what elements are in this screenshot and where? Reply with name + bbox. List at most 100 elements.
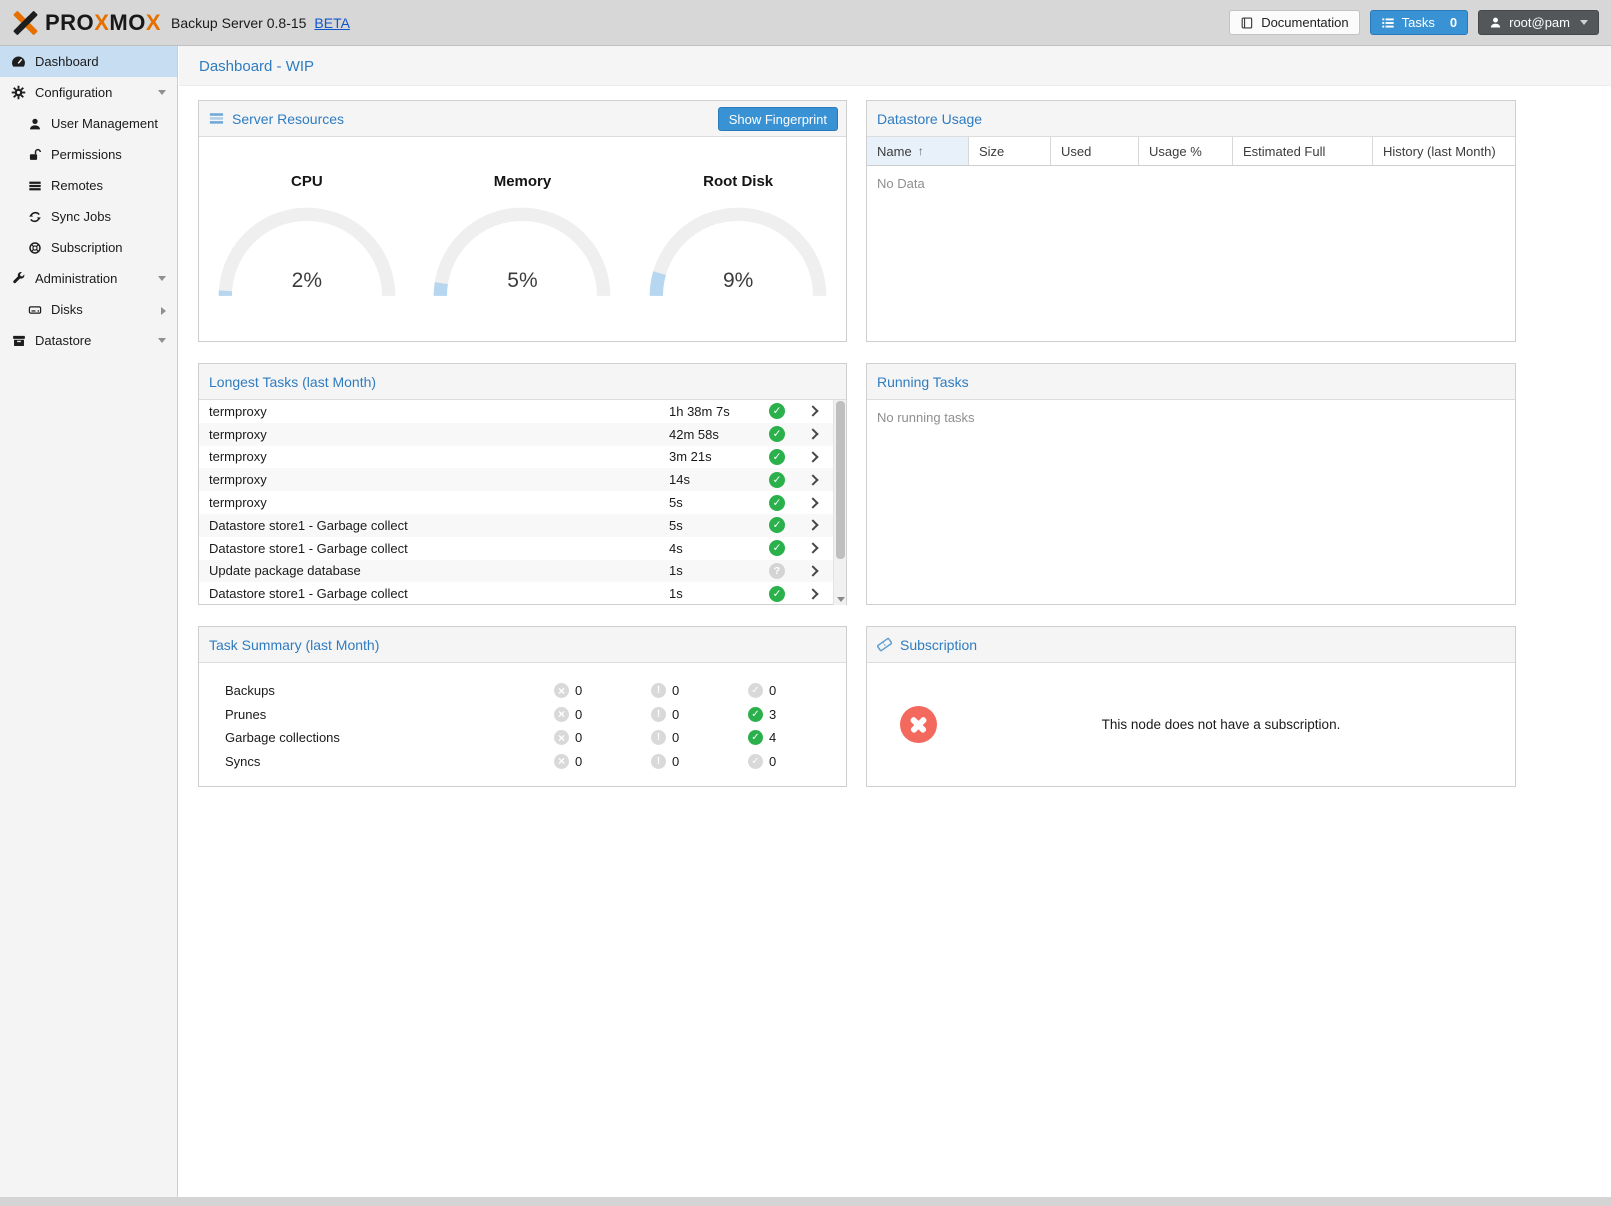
chevron-right-icon[interactable] [161,307,166,315]
column-header-name[interactable]: Name ↑ [867,137,969,165]
task-status-ok-icon [769,517,785,533]
chevron-down-icon[interactable] [158,338,166,343]
chevron-right-icon[interactable] [807,406,818,417]
task-status-unknown-icon [769,563,785,579]
error-circle-icon [554,730,569,745]
task-row[interactable]: Datastore store1 - Garbage collect 4s [199,537,833,560]
task-summary-body: Backups 0 0 0 Prunes 0 0 3 Garbage colle… [199,663,846,773]
unlock-icon [27,147,42,162]
product-version-label: Backup Server 0.8-15 [171,15,306,31]
documentation-button[interactable]: Documentation [1229,10,1359,35]
error-circle-icon [554,754,569,769]
sidebar-item-label: Dashboard [35,54,99,69]
sidebar-item-disks[interactable]: Disks [0,294,177,325]
subscription-header: Subscription [867,627,1515,663]
panel-title: Subscription [900,637,977,653]
no-subscription-x-icon [900,706,937,743]
panel-title: Task Summary (last Month) [209,637,379,653]
check-circle-icon [748,683,763,698]
gauge-value: 5% [417,269,627,293]
subscription-body: This node does not have a subscription. [867,663,1515,786]
chevron-down-icon[interactable] [158,90,166,95]
header-actions: Documentation Tasks 0 root@pam [1229,10,1599,35]
task-row[interactable]: termproxy 3m 21s [199,446,833,469]
life-ring-icon [27,240,42,255]
scrollbar-down-arrow[interactable] [837,597,845,602]
chevron-right-icon[interactable] [807,474,818,485]
top-header-bar: PROXMOX Backup Server 0.8-15 BETA Docume… [0,0,1611,46]
gauge-label: Root Disk [633,173,843,190]
sync-icon [27,209,42,224]
column-header-history[interactable]: History (last Month) [1373,137,1515,165]
column-header-estimated-full[interactable]: Estimated Full [1233,137,1373,165]
sidebar-item-remotes[interactable]: Remotes [0,170,177,201]
sidebar-item-permissions[interactable]: Permissions [0,139,177,170]
chevron-right-icon[interactable] [807,543,818,554]
task-row[interactable]: Datastore store1 - Garbage collect 5s [199,514,833,537]
scrollbar-thumb[interactable] [836,401,845,559]
main-content: Dashboard - WIP Server Resources Show Fi… [179,46,1611,1197]
check-circle-icon [748,730,763,745]
sidebar-item-dashboard[interactable]: Dashboard [0,46,177,77]
task-row[interactable]: Datastore store1 - Garbage collect 1s [199,582,833,605]
gauge-value: 2% [202,269,412,293]
task-row[interactable]: Update package database 1s [199,560,833,583]
sidebar-item-label: Disks [51,302,83,317]
no-data-label: No Data [867,166,1515,201]
sort-asc-icon: ↑ [918,144,924,158]
chevron-right-icon[interactable] [807,565,818,576]
sidebar-item-datastore[interactable]: Datastore [0,325,177,356]
gears-icon [11,85,26,100]
gauge-label: CPU [202,173,412,190]
warning-circle-icon [651,683,666,698]
archive-box-icon [11,333,26,348]
sidebar-item-sync-jobs[interactable]: Sync Jobs [0,201,177,232]
sidebar-item-subscription[interactable]: Subscription [0,232,177,263]
scrollbar[interactable] [833,400,846,605]
sidebar-item-label: Configuration [35,85,112,100]
panel-title: Server Resources [232,111,344,127]
column-header-size[interactable]: Size [969,137,1051,165]
sidebar-item-configuration[interactable]: Configuration [0,77,177,108]
sidebar-item-label: User Management [51,116,158,131]
server-resources-panel: Server Resources Show Fingerprint CPU 2%… [198,100,847,342]
summary-row-prunes: Prunes 0 0 3 [199,703,846,727]
chevron-right-icon[interactable] [807,429,818,440]
longest-tasks-list: termproxy 1h 38m 7s termproxy 42m 58s te… [199,400,846,605]
proxmox-logo: PROXMOX [12,9,161,36]
chevron-down-icon[interactable] [158,276,166,281]
check-circle-icon [748,707,763,722]
longest-tasks-header: Longest Tasks (last Month) [199,364,846,400]
proxmox-x-icon [12,9,39,36]
chevron-right-icon[interactable] [807,451,818,462]
server-stack-icon [27,178,42,193]
chevron-right-icon[interactable] [807,520,818,531]
column-header-used[interactable]: Used [1051,137,1139,165]
task-status-ok-icon [769,426,785,442]
task-row[interactable]: termproxy 14s [199,468,833,491]
ticket-icon [877,637,892,652]
tasks-button[interactable]: Tasks 0 [1370,10,1468,35]
user-menu-button[interactable]: root@pam [1478,10,1599,35]
memory-gauge: Memory 5% [417,147,627,301]
task-status-ok-icon [769,472,785,488]
task-row[interactable]: termproxy 5s [199,491,833,514]
show-fingerprint-button[interactable]: Show Fingerprint [718,107,838,131]
no-running-tasks-label: No running tasks [867,400,1515,435]
gauge-label: Memory [417,173,627,190]
column-header-usage-pct[interactable]: Usage % [1139,137,1233,165]
task-list-icon [1381,16,1395,30]
task-row[interactable]: termproxy 1h 38m 7s [199,400,833,423]
chevron-right-icon[interactable] [807,497,818,508]
hard-disk-icon [27,302,42,317]
sidebar-item-user-management[interactable]: User Management [0,108,177,139]
beta-link[interactable]: BETA [314,15,350,31]
resource-bars-icon [209,111,224,126]
sidebar-item-label: Remotes [51,178,103,193]
chevron-right-icon[interactable] [807,588,818,599]
sidebar-item-administration[interactable]: Administration [0,263,177,294]
longest-tasks-panel: Longest Tasks (last Month) termproxy 1h … [198,363,847,605]
check-circle-icon [748,754,763,769]
summary-row-syncs: Syncs 0 0 0 [199,750,846,774]
task-row[interactable]: termproxy 42m 58s [199,423,833,446]
